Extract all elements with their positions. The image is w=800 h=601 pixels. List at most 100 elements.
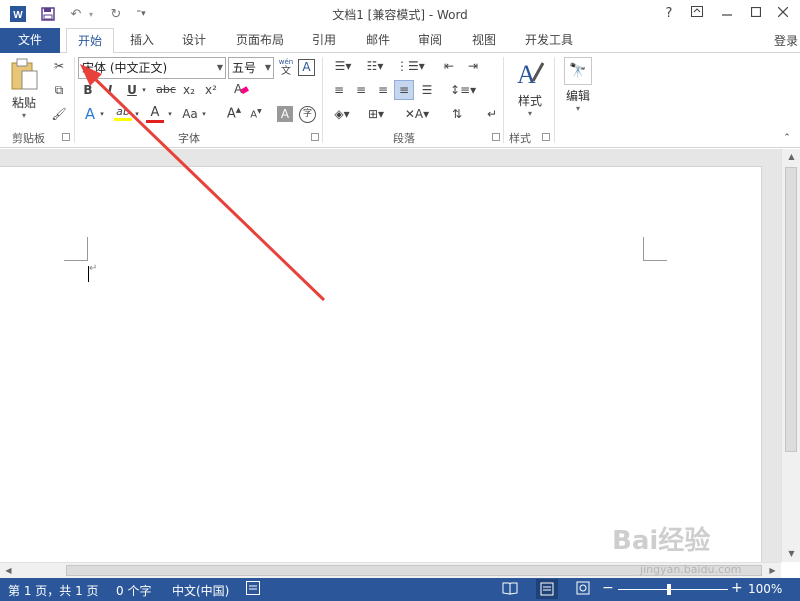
- phonetic-guide-button[interactable]: wén 文: [277, 57, 295, 77]
- copy-icon[interactable]: ⧉: [50, 83, 68, 98]
- cut-icon[interactable]: ✂: [50, 59, 68, 73]
- styles-button[interactable]: A 样式 ▾: [510, 57, 550, 121]
- chevron-down-icon: ▼: [216, 63, 223, 72]
- web-layout-icon[interactable]: [576, 581, 590, 598]
- title-bar: W ↶ ▾ ↻ ⁼▾ 文档1 [兼容模式] - Word ?: [0, 0, 800, 28]
- shrink-font-button[interactable]: A▼: [248, 108, 264, 120]
- login-link[interactable]: 登录: [774, 32, 798, 49]
- font-launcher-icon[interactable]: [311, 133, 319, 141]
- highlight-color-button[interactable]: ab: [114, 105, 132, 121]
- align-left-button[interactable]: ≡: [330, 83, 348, 97]
- subscript-button[interactable]: x₂: [180, 83, 198, 97]
- editing-button[interactable]: 🔭 编辑 ▾: [558, 57, 598, 121]
- ribbon-display-options-button[interactable]: [686, 4, 708, 24]
- text-effects-dropdown-icon[interactable]: ▾: [98, 110, 106, 118]
- minimize-button[interactable]: [716, 4, 738, 24]
- tab-view[interactable]: 视图: [462, 28, 506, 53]
- align-center-button[interactable]: ≡: [352, 83, 370, 97]
- ribbon-home: 粘贴 ▾ ✂ ⧉ 🖌 剪贴板 宋体 (中文正文) ▼ 五号 ▼ wén 文 A …: [0, 53, 800, 148]
- show-hide-marks-button[interactable]: ↵: [484, 107, 500, 121]
- bullets-button[interactable]: ☰▾: [330, 59, 356, 73]
- print-layout-icon[interactable]: [536, 579, 558, 599]
- paste-button[interactable]: 粘贴 ▾: [6, 57, 42, 121]
- group-divider: [503, 57, 504, 143]
- line-spacing-button[interactable]: ↕≡▾: [450, 83, 476, 97]
- tab-design[interactable]: 设计: [172, 28, 216, 53]
- grow-font-button[interactable]: A▲: [226, 106, 242, 121]
- tab-references[interactable]: 引用: [302, 28, 346, 53]
- font-name-dropdown[interactable]: 宋体 (中文正文) ▼: [78, 57, 226, 79]
- underline-dropdown-icon[interactable]: ▾: [140, 86, 148, 94]
- highlight-icon: ab: [116, 105, 130, 118]
- sort-button[interactable]: ⇅: [448, 107, 466, 121]
- clipboard-launcher-icon[interactable]: [62, 133, 70, 141]
- italic-button[interactable]: I: [102, 83, 118, 97]
- format-painter-icon[interactable]: 🖌: [50, 107, 68, 121]
- zoom-in-icon[interactable]: +: [731, 580, 743, 596]
- character-shading-button[interactable]: A: [277, 106, 293, 122]
- borders-button[interactable]: ⊞▾: [364, 107, 388, 121]
- vertical-scrollbar[interactable]: ▲ ▼: [781, 149, 800, 562]
- word-count[interactable]: 0 个字: [116, 582, 151, 599]
- shading-button[interactable]: ◈▾: [330, 107, 354, 121]
- enclose-characters-button[interactable]: 字: [299, 106, 316, 123]
- decrease-indent-button[interactable]: ⇤: [440, 59, 458, 73]
- tab-file[interactable]: 文件: [0, 28, 60, 53]
- scroll-up-icon[interactable]: ▲: [783, 149, 800, 165]
- scroll-right-icon[interactable]: ▶: [764, 563, 781, 579]
- tab-review[interactable]: 审阅: [408, 28, 452, 53]
- close-button[interactable]: [772, 4, 794, 24]
- tab-home[interactable]: 开始: [66, 28, 114, 54]
- strikethrough-button[interactable]: abc: [155, 83, 177, 96]
- clear-formatting-button[interactable]: A: [232, 81, 250, 100]
- clipboard-group-label: 剪贴板: [12, 132, 45, 145]
- tab-page-layout[interactable]: 页面布局: [228, 28, 292, 53]
- read-mode-icon[interactable]: [502, 581, 518, 598]
- change-case-button[interactable]: Aa: [180, 107, 200, 121]
- chinese-layout-button[interactable]: ✕A▾: [404, 107, 430, 121]
- font-size-dropdown[interactable]: 五号 ▼: [228, 57, 274, 79]
- help-button[interactable]: ?: [658, 4, 680, 24]
- superscript-button[interactable]: x²: [202, 83, 220, 97]
- character-border-button[interactable]: A: [298, 59, 315, 76]
- editing-label: 编辑: [565, 89, 590, 103]
- scroll-down-icon[interactable]: ▼: [783, 546, 800, 562]
- align-right-button[interactable]: ≡: [374, 83, 392, 97]
- page-count[interactable]: 第 1 页，共 1 页: [8, 582, 99, 599]
- highlight-dropdown-icon[interactable]: ▾: [133, 110, 141, 118]
- multilevel-list-button[interactable]: ⋮☰▾: [396, 59, 425, 73]
- text-effects-button[interactable]: A: [80, 105, 100, 123]
- collapse-ribbon-icon[interactable]: ⌃: [780, 133, 794, 143]
- font-color-button[interactable]: A: [146, 105, 164, 123]
- tab-developer[interactable]: 开发工具: [514, 28, 584, 53]
- styles-launcher-icon[interactable]: [542, 133, 550, 141]
- font-color-dropdown-icon[interactable]: ▾: [166, 110, 174, 118]
- zoom-level[interactable]: 100%: [748, 582, 782, 596]
- scroll-left-icon[interactable]: ◀: [0, 563, 17, 579]
- tab-mailings[interactable]: 邮件: [356, 28, 400, 53]
- paragraph-group-label: 段落: [393, 132, 415, 145]
- distributed-button[interactable]: ☰: [418, 83, 436, 97]
- binoculars-icon: 🔭: [564, 57, 592, 85]
- underline-button[interactable]: U: [124, 83, 140, 97]
- change-case-dropdown-icon[interactable]: ▾: [200, 110, 208, 118]
- document-page[interactable]: [0, 166, 762, 562]
- svg-text:A: A: [234, 82, 243, 96]
- vertical-scroll-thumb[interactable]: [785, 167, 797, 452]
- maximize-button[interactable]: [745, 4, 767, 24]
- macro-record-icon[interactable]: [246, 581, 260, 598]
- zoom-slider[interactable]: [618, 589, 728, 590]
- bold-button[interactable]: B: [80, 83, 96, 97]
- ribbon-tab-bar: 文件 开始 插入 设计 页面布局 引用 邮件 审阅 视图 开发工具 登录: [0, 28, 800, 54]
- zoom-slider-thumb[interactable]: [667, 584, 671, 595]
- numbering-button[interactable]: ☷▾: [362, 59, 388, 73]
- increase-indent-button[interactable]: ⇥: [464, 59, 482, 73]
- justify-button[interactable]: ≡: [394, 80, 414, 100]
- styles-label: 样式: [517, 94, 542, 108]
- margin-marker-top-left: [64, 237, 88, 261]
- paragraph-launcher-icon[interactable]: [492, 133, 500, 141]
- group-divider: [554, 57, 555, 143]
- tab-insert[interactable]: 插入: [120, 28, 164, 53]
- zoom-out-icon[interactable]: −: [602, 580, 614, 596]
- language-indicator[interactable]: 中文(中国): [172, 582, 229, 599]
